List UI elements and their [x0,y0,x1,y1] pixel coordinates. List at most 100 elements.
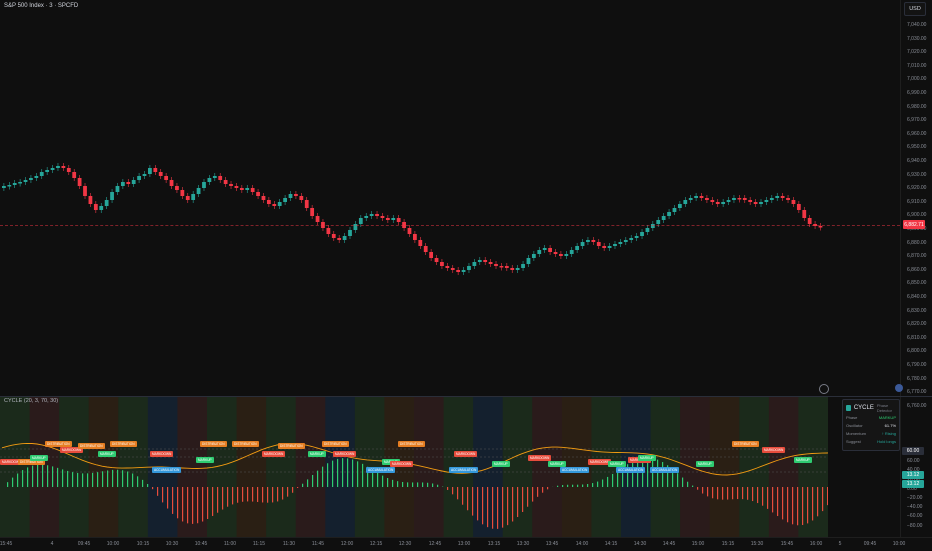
candle-body [2,186,6,188]
candle-body [591,240,595,242]
candle-body [132,180,136,184]
candle-body [564,254,568,256]
candle-body [656,220,660,224]
phase-label-markdown: MARKDOWN [762,447,785,453]
candle-body [105,200,109,206]
candle-body [705,198,709,200]
phase-label-accumulation: ACCUMULATION [152,467,181,473]
phase-label-distribution: DISTRIBUTION [232,441,259,447]
candle-body [245,188,249,190]
candle-body [619,242,623,244]
price-chart[interactable] [0,0,900,396]
price-tick: 7,030.00 [907,36,926,42]
time-tick: 10:15 [137,541,150,547]
price-tick: 6,940.00 [907,158,926,164]
phase-labels-layer: MARKDOWN DISTRIBUTION MARKUP DISTRIBUTION MA… [0,397,828,537]
candle-body [224,180,228,184]
price-tick: 7,000.00 [907,76,926,82]
time-tick: 14:15 [605,541,618,547]
candle-body [191,194,195,200]
phase-label-markdown: MARKDOWN [150,451,173,457]
panel-label-momentum: Momentum [846,431,866,436]
candle-body [316,216,320,222]
candle-body [89,196,93,204]
candle-body [348,230,352,236]
time-tick: 09:45 [864,541,877,547]
scroll-to-realtime-icon[interactable] [819,384,829,394]
current-price-line [0,225,900,226]
time-tick: 12:30 [399,541,412,547]
time-tick: 13:30 [517,541,530,547]
time-tick: 10:45 [195,541,208,547]
candle-body [218,176,222,180]
time-tick: 15:00 [692,541,705,547]
price-tick: 6,870.00 [907,253,926,259]
candle-body [51,168,55,170]
price-axis[interactable]: 7,040.007,030.007,020.007,010.007,000.00… [900,0,932,396]
candle-body [819,226,823,228]
phase-label-distribution: DISTRIBUTION [322,441,349,447]
candle-body [61,166,65,168]
candle-body [700,196,704,198]
candle-body [283,198,287,202]
candle-body [765,200,769,202]
indicator-tick: 60.00 [907,458,920,464]
price-tick: 6,970.00 [907,117,926,123]
candle-body [305,200,309,208]
candle-body [240,188,244,190]
price-tick: 6,930.00 [907,172,926,178]
candle-body [408,228,412,234]
candle-body [759,202,763,204]
time-tick: 14:00 [576,541,589,547]
candle-body [608,246,612,248]
candle-body [413,234,417,240]
candle-body [527,258,531,264]
candle-body [602,246,606,248]
candle-body [159,172,163,176]
candle-body [94,204,98,210]
candle-body [581,242,585,246]
candle-body [78,178,82,186]
candle-body [554,252,558,254]
candle-body [418,240,422,246]
time-tick: 12:15 [370,541,383,547]
candle-body [34,176,38,178]
candle-body [494,264,498,266]
candle-body [256,192,260,196]
time-axis[interactable]: 15:45409:4510:0010:1510:3010:4511:0011:1… [0,537,932,551]
phase-label-markup: MARKUP [696,461,714,467]
candle-body [137,176,141,180]
country-flag-icon[interactable] [895,384,903,392]
current-price-tag: 6,882.71 [903,220,925,229]
phase-label-accumulation: ACCUMULATION [366,467,395,473]
time-tick: 15:45 [0,541,12,547]
indicator-tag-mid: 13.12 [902,471,924,479]
candle-body [689,198,693,200]
candle-body [646,228,650,232]
candle-body [537,250,541,254]
price-tick: 6,880.00 [907,240,926,246]
candle-body [694,196,698,198]
candle-body [272,204,276,206]
cycle-panel-subtitle: Phase Detector [877,403,899,413]
price-tick: 6,820.00 [907,321,926,327]
time-tick: 14:45 [663,541,676,547]
candle-body [451,268,455,270]
candle-body [299,196,303,200]
candle-body [289,194,293,198]
candle-body [251,188,255,192]
price-tick: 7,020.00 [907,49,926,55]
candle-body [500,266,504,268]
time-tick: 10:30 [166,541,179,547]
candle-body [229,184,233,186]
candle-body [83,186,87,196]
candle-body [462,270,466,272]
phase-label-markup: MARKUP [30,455,48,461]
candle-body [267,200,271,204]
candle-body [56,166,60,168]
time-tick: 15:45 [781,541,794,547]
indicator-axis[interactable]: 80.0060.0040.0020.000.00−20.00−40.00−60.… [900,397,932,537]
candle-body [148,168,152,174]
candle-body [186,196,190,200]
cycle-panel-title: CYCLE [854,405,874,411]
